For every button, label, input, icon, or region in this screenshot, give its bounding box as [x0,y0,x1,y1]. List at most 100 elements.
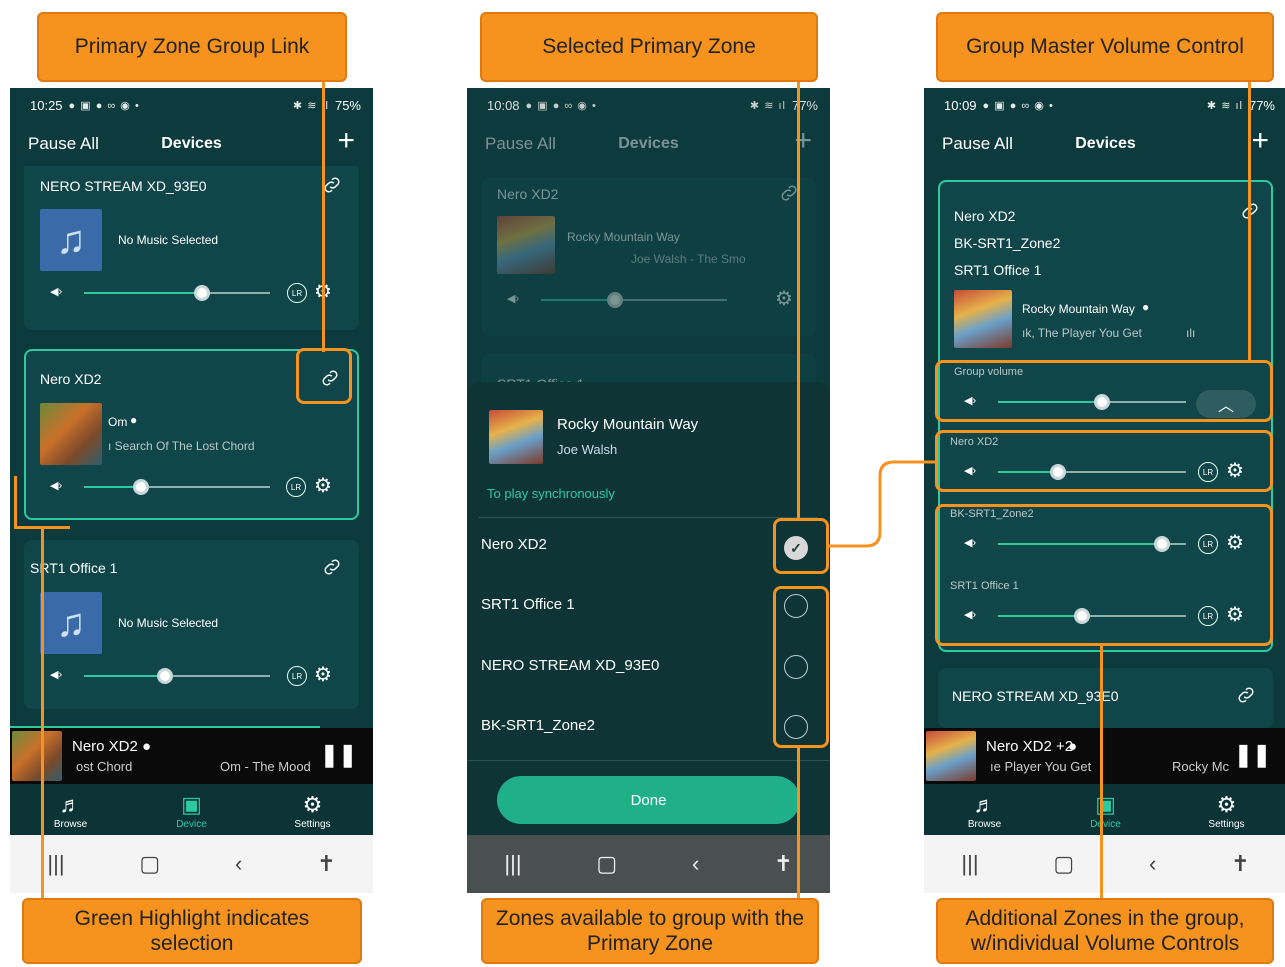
status-time: 10:25 [30,97,63,113]
accessibility-icon[interactable]: ✝ [317,851,335,877]
connector-curve [826,460,938,548]
now-playing-subtitle: ost Chord [76,759,133,774]
zone-option[interactable]: SRT1 Office 1 [481,596,575,613]
accessibility-icon[interactable]: ✝ [774,851,792,877]
connector-line [322,82,325,352]
pause-icon[interactable]: ❚❚ [320,742,357,768]
zone-name: NERO STREAM XD_93E0 [952,688,1119,704]
track-title: Rocky Mountain Way [1022,302,1135,316]
tab-browse[interactable]: ♬ Browse [945,791,1025,830]
android-nav-bar: ||| ▢ ‹ ✝ [10,835,373,893]
gear-icon: ⚙ [1216,791,1237,817]
spotify-icon: ● [130,413,138,427]
volume-slider[interactable]: ◀› [50,666,270,686]
sync-label: To play synchronously [487,486,615,501]
connector-line [1100,646,1103,900]
recents-icon[interactable]: ||| [47,851,64,877]
tab-settings[interactable]: ⚙ Settings [273,791,353,830]
done-button[interactable]: Done [497,776,800,824]
album-art [489,410,543,464]
group-zone-name: BK-SRT1_Zone2 [954,235,1061,251]
tab-device[interactable]: ▣ Device [1066,792,1146,830]
zone-option[interactable]: BK-SRT1_Zone2 [481,717,595,734]
sheet-artist: Joe Walsh [557,442,618,457]
group-volume-highlight-box [935,360,1273,422]
album-art [40,403,102,465]
recents-icon[interactable]: ||| [504,851,521,877]
tab-device[interactable]: ▣ Device [152,792,232,830]
home-icon[interactable]: ▢ [139,851,160,877]
phone-group-sheet: 10:08 ● ▣ ● ∞ ◉ • ✱ ≋ ıl 77% Pause All Dev… [467,88,830,893]
back-icon[interactable]: ‹ [235,851,242,877]
track-subtitle: ık, The Player You Get [1022,326,1142,340]
pause-all-button[interactable]: Pause All [28,134,99,154]
add-button[interactable]: + [1251,124,1269,158]
gear-icon[interactable]: ⚙ [314,473,332,498]
volume-slider[interactable]: ◀› [50,283,270,303]
page-title: Devices [1075,135,1136,152]
lr-button[interactable]: LR [286,477,306,497]
page-title: Devices [161,135,222,152]
now-playing-track: Rocky Mc [1172,759,1230,774]
link-icon[interactable] [1235,684,1257,706]
no-music-art: ♫ [40,209,102,271]
zone-option[interactable]: NERO STREAM XD_93E0 [481,657,659,674]
notification-icons: ● ▣ ● ∞ ◉ • [68,99,140,112]
speaker-icon: ◀› [50,669,63,681]
track-subtitle: ı Search Of The Lost Chord [108,439,255,453]
track-subtitle: Joe Walsh - The Smo [631,252,746,266]
zone-card[interactable]: NERO STREAM XD_93E0 [938,668,1273,728]
accessibility-icon[interactable]: ✝ [1231,851,1249,877]
top-bar: Pause All Devices + [10,122,373,166]
album-art [12,731,62,781]
connector-line [1248,82,1251,360]
speaker-icon: ◀› [50,286,63,298]
lr-button[interactable]: LR [287,283,307,303]
back-icon[interactable]: ‹ [1149,851,1156,877]
home-icon[interactable]: ▢ [1053,851,1074,877]
tab-bar: ♬ Browse ▣ Device ⚙ Settings [924,784,1285,838]
callout-selected-primary-zone: Selected Primary Zone [480,12,818,82]
pause-all-button[interactable]: Pause All [485,134,556,154]
volume-slider: ◀› [507,290,727,310]
callout-zones-available: Zones available to group with the Primar… [481,898,819,964]
lr-button[interactable]: LR [287,666,307,686]
tab-bar: ♬ Browse ▣ Device ⚙ Settings [10,784,373,838]
music-note-icon: ♬ [59,791,82,817]
android-nav-bar: ||| ▢ ‹ ✝ [467,835,830,893]
album-art [926,731,976,781]
home-icon[interactable]: ▢ [596,851,617,877]
selected-zone-highlight-box [773,518,829,574]
android-nav-bar: ||| ▢ ‹ ✝ [924,835,1285,893]
gear-icon: ⚙ [775,288,793,310]
connector-line [14,526,70,529]
music-note-icon: ♬ [973,791,996,817]
add-button[interactable]: + [337,124,355,158]
tab-settings[interactable]: ⚙ Settings [1187,791,1267,830]
recents-icon[interactable]: ||| [961,851,978,877]
zone-card: Nero XD2 Rocky Mountain Way Joe Walsh - … [481,178,816,336]
zone-card[interactable]: SRT1 Office 1 ♫ No Music Selected ◀› LR … [24,540,359,709]
pause-icon[interactable]: ❚❚ [1234,742,1271,768]
available-zones-highlight-box [773,586,829,748]
speaker-icon: ◀› [50,480,63,492]
gear-icon: ⚙ [302,791,323,817]
zone-option[interactable]: Nero XD2 [481,536,547,553]
signal-icons: ✱ ≋ ıl [749,99,786,112]
notification-icons: ● ▣ ● ∞ ◉ • [525,99,597,112]
gear-icon[interactable]: ⚙ [314,662,332,687]
status-bar: 10:25 ● ▣ ● ∞ ◉ • ✱ ≋ ıl 75% [10,88,373,122]
now-playing-title: Nero XD2 +2 [986,738,1074,755]
zone-card[interactable]: NERO STREAM XD_93E0 ♫ No Music Selected … [24,166,359,330]
track-title: Rocky Mountain Way [567,230,680,244]
now-playing-bar[interactable]: Nero XD2 ● ost Chord Om - The Mood ❚❚ [10,728,373,784]
link-icon[interactable] [321,556,343,578]
track-title: Om [108,415,128,429]
additional-volumes-highlight-box [935,504,1273,646]
volume-slider[interactable]: ◀› [50,477,270,497]
pause-all-button[interactable]: Pause All [942,134,1013,154]
back-icon[interactable]: ‹ [692,851,699,877]
now-playing-bar[interactable]: Nero XD2 +2 ● ıe Player You Get Rocky Mc… [924,728,1285,784]
battery-level: 77% [1248,97,1275,113]
connector-line [797,82,800,520]
